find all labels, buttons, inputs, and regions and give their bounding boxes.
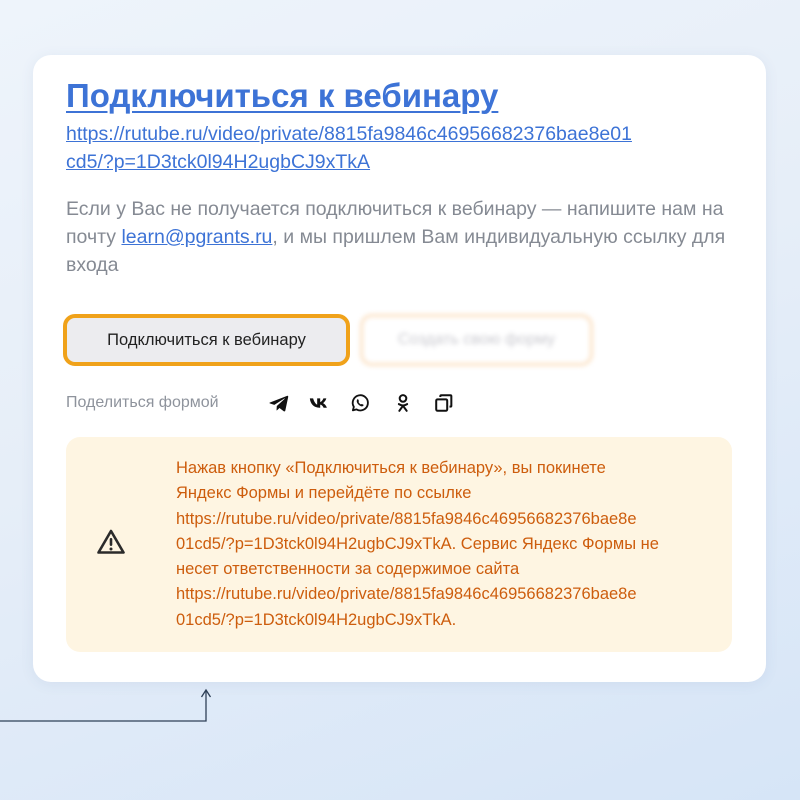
telegram-icon[interactable] <box>268 392 290 414</box>
create-form-button[interactable]: Создать свою форму <box>360 314 593 366</box>
webinar-form-card: Подключиться к вебинару https://rutube.r… <box>33 55 766 682</box>
external-link-warning: Нажав кнопку «Подключиться к вебинару», … <box>66 437 732 652</box>
warning-line: 01cd5/?p=1D3tck0l94H2ugbCJ9xTkA. <box>176 610 457 629</box>
warning-triangle-icon <box>96 528 126 556</box>
share-label: Поделиться формой <box>66 394 219 411</box>
warning-line: несет ответственности за содержимое сайт… <box>176 560 520 579</box>
warning-line: Яндекс Формы и перейдёте по ссылке <box>176 484 472 503</box>
join-webinar-button[interactable]: Подключиться к вебинару <box>63 314 350 366</box>
whatsapp-icon[interactable] <box>349 392 371 414</box>
warning-text: Нажав кнопку «Подключиться к вебинару», … <box>176 456 721 633</box>
webinar-link[interactable]: https://rutube.ru/video/private/8815fa98… <box>66 120 746 176</box>
webinar-link-line-1[interactable]: https://rutube.ru/video/private/8815fa98… <box>66 123 632 145</box>
vk-icon[interactable] <box>308 392 330 414</box>
support-email-link[interactable]: learn@pgrants.ru <box>121 226 272 248</box>
page-title[interactable]: Подключиться к вебинару <box>66 77 498 115</box>
odnoklassniki-icon[interactable] <box>392 392 414 414</box>
copy-icon[interactable] <box>433 392 455 414</box>
warning-line: https://rutube.ru/video/private/8815fa98… <box>176 509 637 528</box>
warning-line: Нажав кнопку «Подключиться к вебинару», … <box>176 459 606 477</box>
help-description: Если у Вас не получается подключиться к … <box>66 195 746 279</box>
webinar-link-line-2[interactable]: cd5/?p=1D3tck0l94H2ugbCJ9xTkA <box>66 151 370 173</box>
warning-line: 01cd5/?p=1D3tck0l94H2ugbCJ9xTkA. Сервис … <box>176 534 659 553</box>
warning-line: https://rutube.ru/video/private/8815fa98… <box>176 585 637 604</box>
